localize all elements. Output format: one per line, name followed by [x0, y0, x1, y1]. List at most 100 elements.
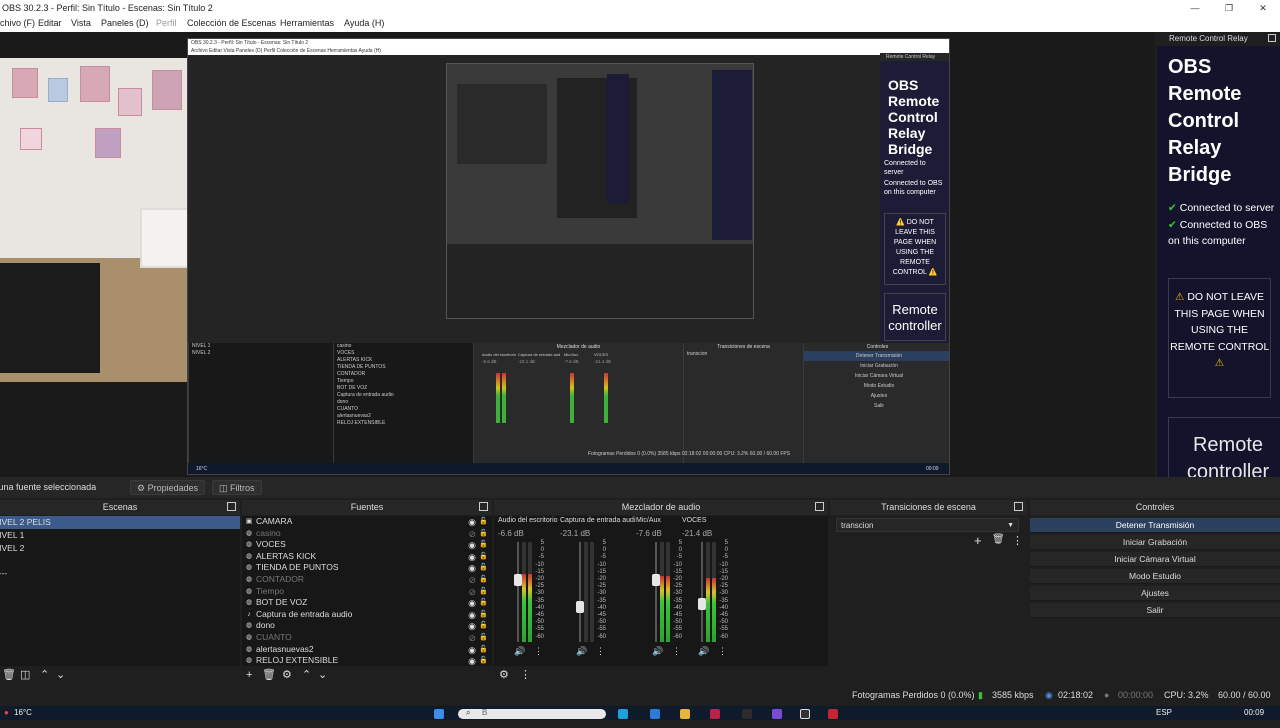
- more-icon[interactable]: ⋮: [718, 646, 727, 657]
- source-item[interactable]: ◍ TIENDA DE PUNTOS ◉ 🔓: [242, 562, 492, 574]
- properties-button[interactable]: ⚙ Propiedades: [130, 480, 206, 495]
- undock-icon[interactable]: [1014, 502, 1023, 511]
- store-icon[interactable]: [650, 709, 660, 719]
- volume-slider-handle[interactable]: [514, 574, 522, 586]
- volume-slider-handle[interactable]: [698, 598, 706, 610]
- eye-icon[interactable]: ◉: [468, 540, 476, 550]
- scene-item[interactable]: NIVEL 2: [0, 542, 240, 555]
- menu-archivo[interactable]: Archivo (F): [0, 16, 35, 30]
- move-up-icon[interactable]: ⌃: [40, 666, 49, 684]
- source-item[interactable]: ▣ CAMARA ◉ 🔓: [242, 516, 492, 528]
- app-icon[interactable]: [710, 709, 720, 719]
- add-icon[interactable]: +: [246, 666, 252, 684]
- lock-icon[interactable]: 🔓: [479, 633, 488, 643]
- clock[interactable]: 00:09: [1244, 706, 1264, 720]
- eye-slash-icon[interactable]: ⊘: [468, 529, 476, 539]
- volume-slider-track[interactable]: [655, 542, 657, 642]
- lock-icon[interactable]: 🔓: [479, 563, 488, 573]
- undock-icon[interactable]: [479, 502, 488, 511]
- undock-icon[interactable]: [227, 502, 236, 511]
- eye-icon[interactable]: ◉: [468, 610, 476, 620]
- move-down-icon[interactable]: ⌄: [318, 666, 327, 684]
- start-virtual-camera-button[interactable]: Iniciar Cámara Virtual: [1030, 552, 1280, 567]
- scene-item[interactable]: NIVEL 2 PELIS: [0, 516, 240, 529]
- stop-streaming-button[interactable]: Detener Transmisión: [1030, 518, 1280, 533]
- transition-select[interactable]: transcion ▼: [836, 518, 1019, 532]
- source-item[interactable]: ◍ BOT DE VOZ ◉ 🔓: [242, 597, 492, 609]
- source-item[interactable]: ◍ casino ⊘ 🔓: [242, 528, 492, 540]
- eye-icon[interactable]: ◉: [468, 621, 476, 631]
- volume-slider-handle[interactable]: [576, 601, 584, 613]
- eye-icon[interactable]: ◉: [468, 656, 476, 666]
- source-item[interactable]: ◍ dono ◉ 🔓: [242, 620, 492, 632]
- source-item[interactable]: ◍ CONTADOR ⊘ 🔓: [242, 574, 492, 586]
- eye-slash-icon[interactable]: ⊘: [468, 633, 476, 643]
- program-preview[interactable]: OBS 30.2.3 - Perfil: Sin Título - Escena…: [0, 32, 1155, 477]
- menu-editar[interactable]: Editar: [38, 16, 62, 30]
- speaker-icon[interactable]: 🔊: [514, 646, 525, 657]
- gear-icon[interactable]: ⚙: [282, 666, 292, 684]
- maximize-button[interactable]: ❐: [1212, 0, 1246, 16]
- move-down-icon[interactable]: ⌄: [56, 666, 65, 684]
- filters-button[interactable]: ◫ Filtros: [212, 480, 262, 495]
- more-icon[interactable]: ⋮: [672, 646, 681, 657]
- volume-slider-track[interactable]: [579, 542, 581, 642]
- app-icon[interactable]: [742, 709, 752, 719]
- source-item[interactable]: ◍ Tiempo ⊘ 🔓: [242, 586, 492, 598]
- lock-icon[interactable]: 🔓: [479, 610, 488, 620]
- delete-icon[interactable]: 🗑: [992, 534, 1005, 545]
- eye-slash-icon[interactable]: ⊘: [468, 587, 476, 597]
- app-icon[interactable]: [772, 709, 782, 719]
- start-recording-button[interactable]: Iniciar Grabación: [1030, 535, 1280, 550]
- eye-icon[interactable]: ◉: [468, 552, 476, 562]
- minimize-button[interactable]: —: [1178, 0, 1212, 16]
- relay-undock-icon[interactable]: [1268, 34, 1276, 42]
- add-icon[interactable]: +: [974, 533, 982, 548]
- speaker-icon[interactable]: 🔊: [698, 646, 709, 657]
- more-icon[interactable]: ⋮: [1012, 534, 1023, 547]
- source-item[interactable]: ♪ Captura de entrada audio ◉ 🔓: [242, 609, 492, 621]
- speaker-icon[interactable]: 🔊: [652, 646, 663, 657]
- scene-item[interactable]: -----: [0, 567, 240, 580]
- lock-icon[interactable]: 🔓: [479, 645, 488, 655]
- more-icon[interactable]: ⋮: [596, 646, 605, 657]
- source-item[interactable]: ◍ alertasnuevas2 ◉ 🔓: [242, 644, 492, 656]
- source-item[interactable]: ◍ VOCES ◉ 🔓: [242, 539, 492, 551]
- lock-icon[interactable]: 🔓: [479, 575, 488, 585]
- eye-icon[interactable]: ◉: [468, 645, 476, 655]
- delete-icon[interactable]: 🗑: [2, 666, 16, 684]
- app-icon[interactable]: [828, 709, 838, 719]
- scene-item[interactable]: -: [0, 580, 240, 593]
- edge-icon[interactable]: [618, 709, 628, 719]
- exit-button[interactable]: Salir: [1030, 603, 1280, 618]
- menu-ayuda[interactable]: Ayuda (H): [344, 16, 384, 30]
- eye-icon[interactable]: ◉: [468, 563, 476, 573]
- eye-icon[interactable]: ◉: [468, 598, 476, 608]
- lock-icon[interactable]: 🔓: [479, 656, 488, 666]
- undock-icon[interactable]: [815, 502, 824, 511]
- folder-icon[interactable]: [680, 709, 690, 719]
- delete-icon[interactable]: 🗑: [262, 666, 276, 684]
- lock-icon[interactable]: 🔓: [479, 552, 488, 562]
- obs-icon[interactable]: [800, 709, 810, 719]
- menu-coleccion-escenas[interactable]: Colección de Escenas: [187, 16, 276, 30]
- eye-slash-icon[interactable]: ⊘: [468, 575, 476, 585]
- volume-slider-handle[interactable]: [652, 574, 660, 586]
- lock-icon[interactable]: 🔓: [479, 621, 488, 631]
- lock-icon[interactable]: 🔓: [479, 587, 488, 597]
- menu-vista[interactable]: Vista: [71, 16, 91, 30]
- source-item[interactable]: ◍ RELOJ EXTENSIBLE ◉ 🔓: [242, 655, 492, 666]
- lock-icon[interactable]: 🔓: [479, 517, 488, 527]
- lock-icon[interactable]: 🔓: [479, 598, 488, 608]
- scene-item[interactable]: NIVEL 1: [0, 529, 240, 542]
- eye-icon[interactable]: ◉: [468, 517, 476, 527]
- volume-slider-track[interactable]: [517, 542, 519, 642]
- start-icon[interactable]: [434, 709, 444, 719]
- source-item[interactable]: ◍ ALERTAS KICK ◉ 🔓: [242, 551, 492, 563]
- volume-slider-track[interactable]: [701, 542, 703, 642]
- gear-icon[interactable]: ⚙: [499, 666, 509, 684]
- filter-icon[interactable]: ◫: [20, 666, 30, 684]
- studio-mode-button[interactable]: Modo Estudio: [1030, 569, 1280, 584]
- search-bar[interactable]: [458, 709, 606, 719]
- more-icon[interactable]: ⋮: [520, 666, 531, 684]
